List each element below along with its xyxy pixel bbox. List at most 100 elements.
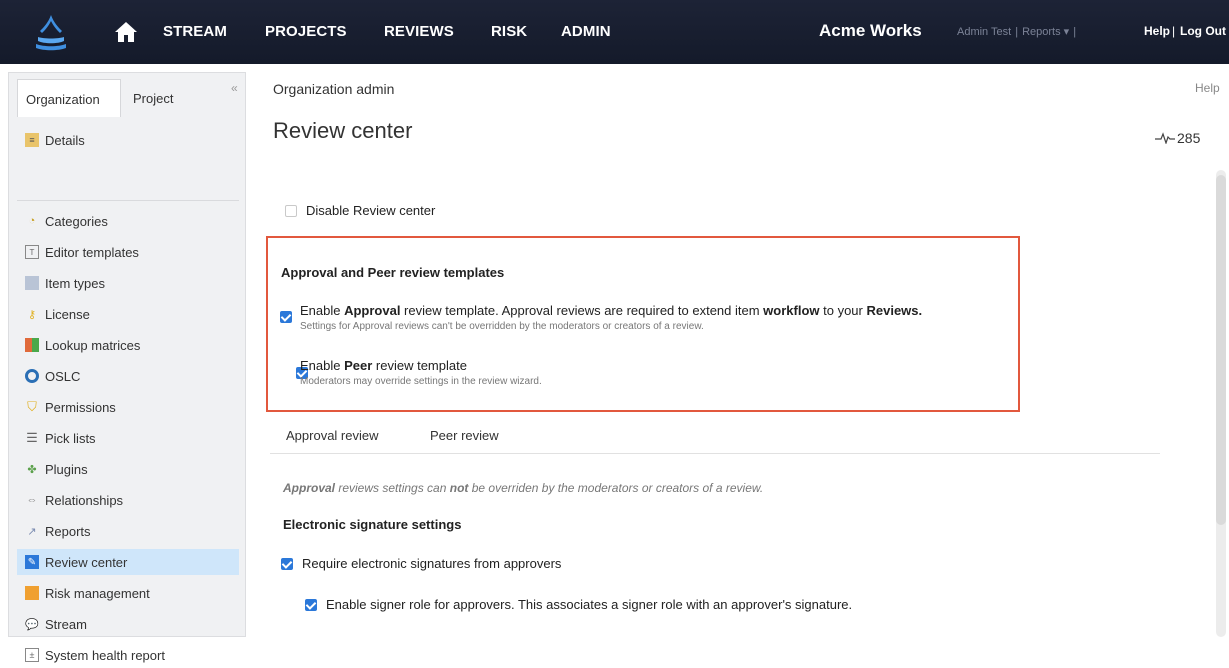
sidebar-item-label: Reports (45, 523, 91, 539)
disable-review-center-label: Disable Review center (306, 203, 436, 218)
sidebar-item-risk-management[interactable]: Risk management (17, 580, 239, 606)
sidebar-item-oslc[interactable]: OSLC (17, 363, 239, 389)
peer-bold: Peer (344, 358, 373, 373)
logout-link[interactable]: Log Out (1180, 24, 1226, 38)
activity-count: 285 (1177, 130, 1201, 146)
sidebar-item-label: Lookup matrices (45, 337, 141, 353)
separator: | (1073, 26, 1077, 38)
collapse-sidebar-icon[interactable]: « (231, 81, 238, 95)
approval-subtext: Settings for Approval reviews can't be o… (300, 321, 704, 332)
approval-text-pre: Enable (300, 303, 345, 318)
risk-icon (25, 586, 39, 600)
org-brand: Acme Works (819, 21, 922, 40)
sidebar-item-label: Editor templates (45, 244, 139, 260)
signer-role-label: Enable signer role for approvers. This a… (326, 597, 853, 612)
signer-role-row[interactable]: Enable signer role for approvers. This a… (305, 597, 852, 612)
peer-text-post: review template (372, 358, 467, 373)
sidebar-item-review-center[interactable]: ✎ Review center (17, 549, 239, 575)
nav-reviews[interactable]: REVIEWS (384, 23, 454, 40)
sidebar-item-permissions[interactable]: ⛉ Permissions (17, 394, 239, 420)
sidebar-item-label: System health report (45, 647, 165, 663)
approval-bold: Approval (344, 303, 401, 318)
home-icon[interactable] (114, 21, 138, 43)
peer-text-pre: Enable (300, 358, 345, 373)
sidebar-item-label: OSLC (45, 368, 81, 384)
reviews-bold: Reviews. (866, 303, 923, 318)
list-icon: ☰ (26, 430, 38, 445)
nav-stream[interactable]: STREAM (163, 23, 227, 40)
sidebar-item-pick-lists[interactable]: ☰ Pick lists (17, 425, 239, 451)
separator: | (1172, 24, 1176, 38)
chevron-down-icon[interactable]: ▾ (1064, 26, 1070, 38)
matrix-icon (25, 338, 39, 352)
workflow-bold: workflow (763, 303, 820, 318)
sidebar-item-label: Categories (45, 213, 108, 229)
breadcrumb[interactable]: Organization admin (273, 81, 394, 97)
require-esig-checkbox[interactable] (281, 557, 293, 570)
enable-approval-checkbox[interactable] (280, 311, 292, 323)
approval-text-mid: review template. Approval reviews are re… (400, 303, 764, 318)
sidebar-item-label: Permissions (45, 399, 116, 415)
page-title: Review center (273, 118, 413, 143)
sidebar-item-label: License (45, 306, 90, 322)
user-name-link[interactable]: Admin Test (957, 26, 1011, 38)
sidebar-item-label: Details (45, 132, 85, 148)
tab-project[interactable]: Project (125, 79, 191, 117)
scrollbar-thumb[interactable] (1216, 175, 1226, 525)
sidebar-item-label: Pick lists (45, 430, 96, 446)
sidebar-item-item-types[interactable]: Item types (17, 270, 239, 296)
user-links: Admin Test | Reports ▾ | (957, 25, 1080, 38)
template-icon: T (25, 245, 39, 259)
chart-icon: ↗ (27, 525, 37, 538)
sidebar-item-stream[interactable]: 💬 Stream (17, 611, 239, 637)
top-nav-bar: STREAM PROJECTS REVIEWS RISK ADMIN Acme … (0, 0, 1229, 64)
key-icon: ⚷ (27, 308, 37, 321)
nav-risk[interactable]: RISK (491, 23, 527, 40)
sidebar-item-editor-templates[interactable]: T Editor templates (17, 239, 239, 265)
disable-review-center-row[interactable]: Disable Review center (285, 203, 435, 218)
sidebar-item-relationships[interactable]: ⇔ Relationships (17, 487, 239, 513)
tab-peer-review[interactable]: Peer review (430, 428, 499, 443)
item-types-icon (25, 276, 39, 290)
nav-admin[interactable]: ADMIN (561, 23, 611, 40)
logo-icon[interactable] (34, 13, 68, 51)
sidebar-item-categories[interactable]: ◔ Categories (17, 208, 239, 234)
tabs-underline (270, 453, 1160, 454)
esig-heading: Electronic signature settings (283, 517, 462, 532)
details-icon: ≡ (25, 133, 39, 147)
tag-icon: ◔ (28, 215, 36, 227)
reports-menu[interactable]: Reports (1022, 26, 1061, 38)
admin-sidebar: Organization Project « ≡ Details ◔ Categ… (8, 72, 246, 663)
plugin-icon: ✤ (27, 463, 37, 476)
peer-subtext: Moderators may override settings in the … (300, 376, 542, 387)
note-bold-approval: Approval (283, 481, 336, 495)
enable-peer-option: Enable Peer review template Moderators m… (300, 358, 1000, 387)
activity-counter[interactable]: 285 (1155, 130, 1200, 146)
signer-role-checkbox[interactable] (305, 598, 317, 611)
sidebar-item-details[interactable]: ≡ Details (17, 127, 239, 153)
oslc-icon (25, 369, 39, 383)
note-bold-not: not (449, 481, 469, 495)
page-help-link[interactable]: Help (1195, 81, 1220, 95)
sidebar-item-plugins[interactable]: ✤ Plugins (17, 456, 239, 482)
nav-projects[interactable]: PROJECTS (265, 23, 347, 40)
disable-review-center-checkbox[interactable] (285, 204, 297, 217)
help-link[interactable]: Help (1144, 24, 1170, 38)
sidebar-item-system-health-report[interactable]: ± System health report (17, 642, 239, 668)
sidebar-item-label: Relationships (45, 492, 124, 508)
sidebar-item-lookup-matrices[interactable]: Lookup matrices (17, 332, 239, 358)
sidebar-item-reports[interactable]: ↗ Reports (17, 518, 239, 544)
sidebar-item-label: Stream (45, 616, 87, 632)
sidebar-item-license[interactable]: ⚷ License (17, 301, 239, 327)
require-esig-row[interactable]: Require electronic signatures from appro… (281, 556, 561, 571)
tab-organization[interactable]: Organization (17, 79, 121, 117)
approval-text-mid2: to your (819, 303, 867, 318)
enable-approval-option: Enable Approval review template. Approva… (300, 303, 1010, 332)
chat-icon: 💬 (25, 618, 39, 631)
templates-heading: Approval and Peer review templates (281, 265, 505, 280)
pulse-icon (1155, 132, 1175, 144)
tab-approval-review[interactable]: Approval review (286, 428, 379, 443)
sidebar-item-label: Item types (45, 275, 105, 291)
shield-icon: ⛉ (27, 399, 37, 414)
sidebar-item-label: Review center (45, 554, 128, 570)
